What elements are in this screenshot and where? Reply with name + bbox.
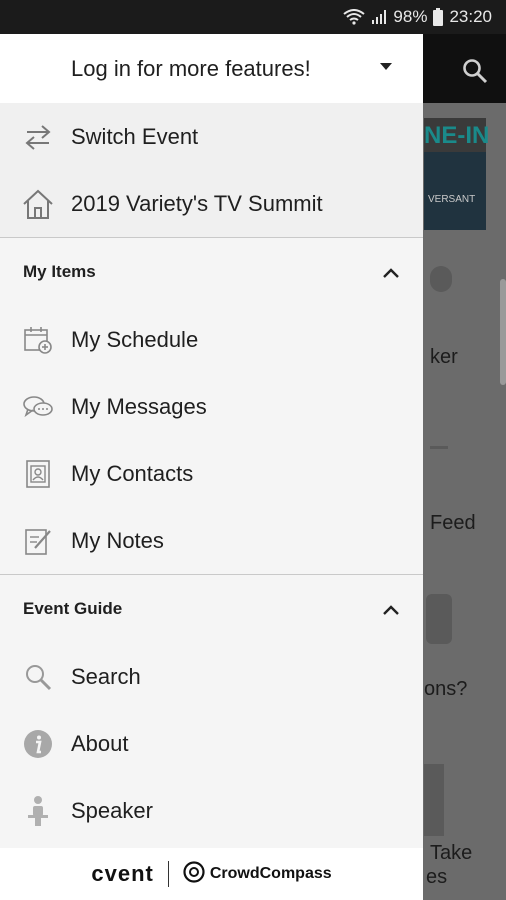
event-group: Switch Event 2019 Variety's TV Summit bbox=[0, 103, 423, 237]
cvent-logo: cvent bbox=[91, 861, 154, 886]
crowdcompass-logo: CrowdCompass bbox=[183, 860, 332, 888]
background-scrollbar bbox=[500, 279, 506, 385]
switch-event-label: Switch Event bbox=[71, 123, 199, 149]
background-label: es bbox=[426, 866, 448, 888]
navigation-drawer: Log in for more features! Switch Event 2… bbox=[0, 34, 423, 900]
menu-item-label: Speaker bbox=[71, 797, 153, 823]
info-icon bbox=[22, 728, 54, 760]
switch-arrows-icon bbox=[22, 121, 54, 153]
section-title: My Items bbox=[23, 262, 96, 281]
menu-item-about[interactable]: About bbox=[0, 710, 423, 777]
event-name-label: 2019 Variety's TV Summit bbox=[71, 190, 323, 216]
crowdcompass-text: CrowdCompass bbox=[209, 865, 332, 882]
chat-bubbles-icon bbox=[22, 391, 54, 423]
background-label: ons? bbox=[424, 678, 468, 700]
clock: 23:20 bbox=[449, 7, 492, 26]
menu-item-speaker[interactable]: Speaker bbox=[0, 777, 423, 844]
search-icon bbox=[22, 661, 54, 693]
background-banner-text: NE-IN bbox=[424, 122, 490, 149]
chevron-up-icon[interactable] bbox=[383, 265, 399, 283]
chevron-up-icon[interactable] bbox=[383, 602, 399, 620]
calendar-add-icon bbox=[22, 324, 54, 356]
section-title: Event Guide bbox=[23, 599, 123, 618]
login-prompt[interactable]: Log in for more features! bbox=[71, 56, 311, 82]
background-banner-strip bbox=[424, 152, 486, 230]
dropdown-caret-icon[interactable] bbox=[380, 63, 392, 70]
drawer-header[interactable]: Log in for more features! bbox=[0, 34, 423, 103]
note-edit-icon bbox=[22, 525, 54, 557]
menu-item-label: About bbox=[71, 730, 129, 756]
background-feed-icon bbox=[430, 446, 448, 449]
background-map-icon bbox=[426, 594, 452, 644]
background-survey-icon bbox=[424, 764, 444, 836]
background-person-icon bbox=[430, 266, 452, 292]
battery-percent: 98% bbox=[393, 7, 428, 26]
menu-item-label: My Schedule bbox=[71, 326, 199, 352]
crowdcompass-icon bbox=[183, 860, 205, 888]
background-label: Feed bbox=[430, 512, 476, 534]
footer-separator bbox=[167, 861, 169, 887]
status-bar: 98% 23:20 bbox=[0, 0, 506, 34]
battery-icon bbox=[433, 8, 444, 26]
background-label: ker bbox=[430, 346, 458, 368]
event-home-item[interactable]: 2019 Variety's TV Summit bbox=[0, 170, 423, 237]
drawer-footer: cvent CrowdCompass bbox=[0, 848, 423, 900]
menu-item-label: My Contacts bbox=[71, 460, 194, 486]
search-icon[interactable] bbox=[462, 58, 488, 89]
contact-card-icon bbox=[22, 458, 54, 490]
switch-event-item[interactable]: Switch Event bbox=[0, 103, 423, 170]
background-label: Take bbox=[430, 842, 473, 864]
menu-item-label: Search bbox=[71, 663, 141, 689]
menu-item-my-messages[interactable]: My Messages bbox=[0, 373, 423, 440]
section-header-event-guide[interactable]: Event Guide bbox=[0, 575, 423, 643]
menu-item-label: My Notes bbox=[71, 527, 164, 553]
home-icon bbox=[22, 188, 54, 220]
wifi-icon bbox=[343, 9, 366, 25]
menu-item-search[interactable]: Search bbox=[0, 643, 423, 710]
person-icon bbox=[22, 795, 54, 827]
signal-icon bbox=[371, 9, 387, 25]
menu-item-my-notes[interactable]: My Notes bbox=[0, 507, 423, 574]
menu-item-my-schedule[interactable]: My Schedule bbox=[0, 306, 423, 373]
menu-item-my-contacts[interactable]: My Contacts bbox=[0, 440, 423, 507]
background-banner-small: VERSANT bbox=[428, 194, 476, 205]
menu-item-label: My Messages bbox=[71, 393, 207, 419]
section-header-my-items[interactable]: My Items bbox=[0, 238, 423, 306]
